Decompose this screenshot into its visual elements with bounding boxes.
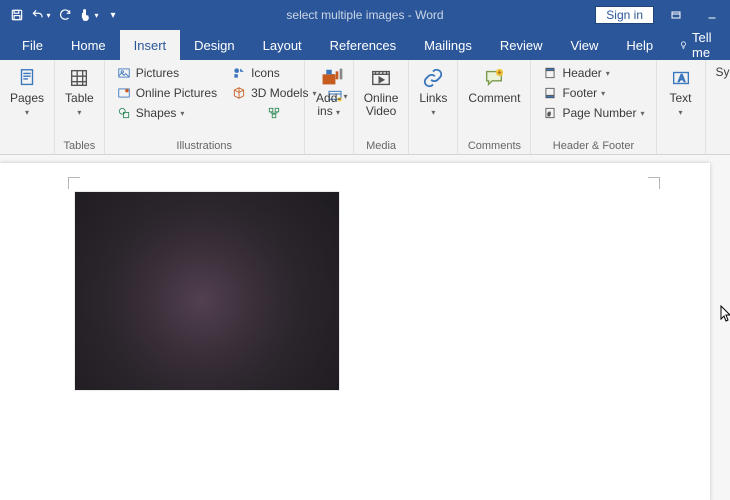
- quick-access-toolbar: ▾ ▾ ▾: [0, 4, 124, 26]
- tab-help[interactable]: Help: [612, 30, 667, 60]
- header-button[interactable]: Header ▾: [538, 64, 648, 82]
- group-header-footer: Header ▾ Footer ▾ # Page Number ▾ Header…: [531, 60, 656, 154]
- undo-button[interactable]: ▾: [30, 4, 52, 26]
- addins-button[interactable]: Add- ins ▾: [309, 62, 349, 119]
- mouse-cursor-icon: [720, 305, 730, 323]
- margin-corner-tr: [648, 177, 660, 189]
- cube-icon: [231, 85, 247, 101]
- symbols-button[interactable]: Sy: [710, 62, 730, 79]
- margin-corner-tl: [68, 177, 80, 189]
- group-links: Links▾: [409, 60, 458, 154]
- group-pages: Pages▾: [0, 60, 55, 154]
- document-area[interactable]: [0, 155, 730, 500]
- ribbon: Pages▾ Table▾ Tables Pictures Online Pic…: [0, 60, 730, 155]
- tab-file[interactable]: File: [8, 30, 57, 60]
- title-bar: ▾ ▾ ▾ select multiple images - Word Sign…: [0, 0, 730, 30]
- tab-references[interactable]: References: [316, 30, 410, 60]
- page[interactable]: [0, 163, 710, 500]
- addins-icon: [315, 66, 343, 90]
- page-number-icon: #: [542, 105, 558, 121]
- video-icon: [367, 66, 395, 90]
- svg-text:A: A: [678, 74, 685, 85]
- tell-me-search[interactable]: Tell me: [667, 30, 730, 60]
- textbox-icon: A: [667, 66, 695, 90]
- pages-button[interactable]: Pages▾: [4, 62, 50, 119]
- group-media: Online Video Media: [354, 60, 410, 154]
- lightbulb-icon: [679, 38, 688, 52]
- online-video-button[interactable]: Online Video: [358, 62, 405, 118]
- link-icon: [419, 66, 447, 90]
- sign-in-button[interactable]: Sign in: [595, 6, 654, 24]
- group-illustrations: Pictures Online Pictures Shapes ▾ Icons: [105, 60, 305, 154]
- customize-qat-button[interactable]: ▾: [102, 4, 124, 26]
- document-title: select multiple images - Word: [286, 8, 443, 22]
- tab-review[interactable]: Review: [486, 30, 557, 60]
- shapes-icon: [116, 105, 132, 121]
- text-button[interactable]: A Text▾: [661, 62, 701, 119]
- group-text: A Text▾: [657, 60, 706, 154]
- tab-home[interactable]: Home: [57, 30, 120, 60]
- minimize-button[interactable]: [698, 1, 726, 29]
- comment-button[interactable]: Comment: [462, 62, 526, 105]
- ribbon-tabs: File Home Insert Design Layout Reference…: [0, 30, 730, 60]
- group-comments: Comment Comments: [458, 60, 531, 154]
- tab-insert[interactable]: Insert: [120, 30, 181, 60]
- tab-view[interactable]: View: [556, 30, 612, 60]
- inserted-image[interactable]: [74, 191, 340, 391]
- pictures-icon: [116, 65, 132, 81]
- header-icon: [542, 65, 558, 81]
- online-pictures-icon: [116, 85, 132, 101]
- page-icon: [13, 66, 41, 90]
- footer-icon: [542, 85, 558, 101]
- touch-mode-button[interactable]: ▾: [78, 4, 100, 26]
- group-tables: Table▾ Tables: [55, 60, 105, 154]
- icons-icon: [231, 65, 247, 81]
- group-addins: Add- ins ▾: [305, 60, 354, 154]
- smartart-icon: [266, 105, 282, 121]
- tab-design[interactable]: Design: [180, 30, 248, 60]
- save-button[interactable]: [6, 4, 28, 26]
- tab-mailings[interactable]: Mailings: [410, 30, 486, 60]
- table-button[interactable]: Table▾: [59, 62, 100, 119]
- online-pictures-button[interactable]: Online Pictures: [112, 84, 221, 102]
- comment-icon: [480, 66, 508, 90]
- shapes-button[interactable]: Shapes ▾: [112, 104, 221, 122]
- page-number-button[interactable]: # Page Number ▾: [538, 104, 648, 122]
- pictures-button[interactable]: Pictures: [112, 64, 221, 82]
- tab-layout[interactable]: Layout: [249, 30, 316, 60]
- links-button[interactable]: Links▾: [413, 62, 453, 119]
- ribbon-display-options-button[interactable]: [662, 1, 690, 29]
- table-icon: [65, 66, 93, 90]
- redo-button[interactable]: [54, 4, 76, 26]
- footer-button[interactable]: Footer ▾: [538, 84, 648, 102]
- group-symbols: Sy: [706, 60, 730, 154]
- svg-text:#: #: [548, 112, 551, 118]
